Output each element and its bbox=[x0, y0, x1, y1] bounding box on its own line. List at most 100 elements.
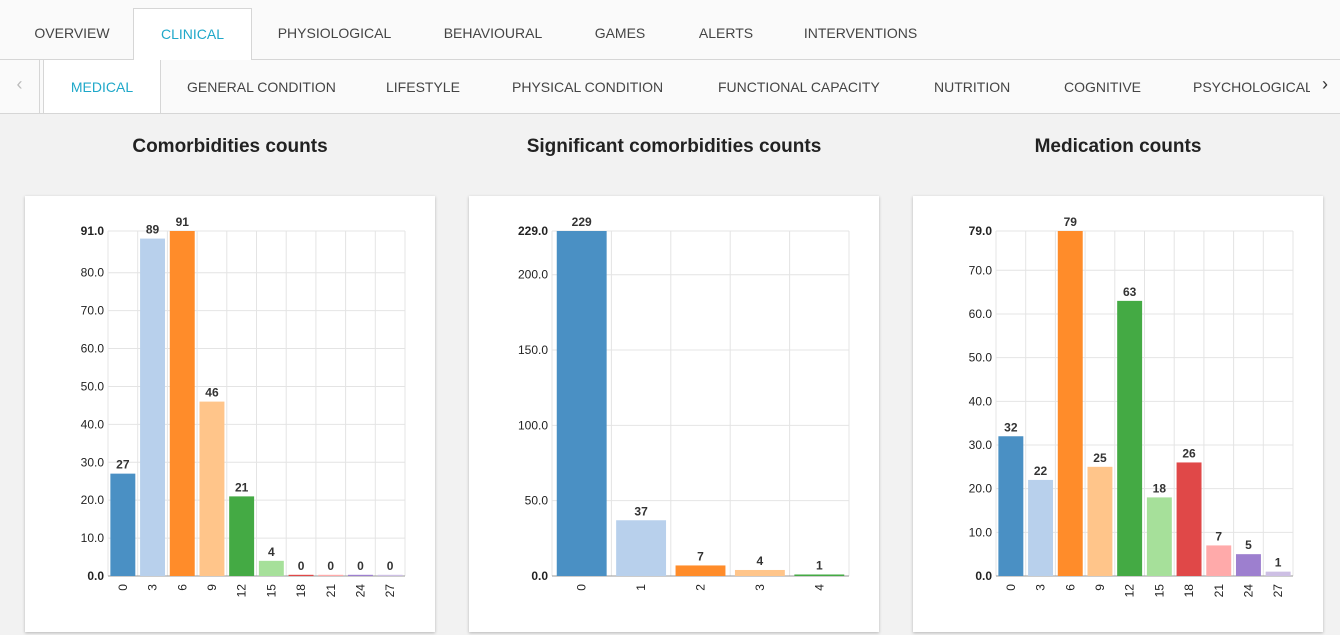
tab-behavioural[interactable]: BEHAVIOURAL bbox=[428, 8, 558, 61]
y-tick-label: 0.0 bbox=[531, 569, 548, 583]
bar[interactable] bbox=[1057, 231, 1083, 576]
bar[interactable] bbox=[318, 574, 344, 576]
x-tick-label: 6 bbox=[1063, 584, 1077, 591]
y-tick-label: 100.0 bbox=[518, 418, 548, 432]
bar-value-label: 7 bbox=[1215, 529, 1222, 543]
bar-value-label: 22 bbox=[1034, 464, 1048, 478]
bar-value-label: 63 bbox=[1123, 285, 1137, 299]
tab-physical-condition[interactable]: PHYSICAL CONDITION bbox=[512, 60, 663, 113]
bar-value-label: 26 bbox=[1182, 446, 1196, 460]
tab-overview[interactable]: OVERVIEW bbox=[12, 8, 132, 61]
bar[interactable] bbox=[794, 574, 845, 576]
x-tick-label: 24 bbox=[1241, 584, 1255, 598]
x-tick-label: 6 bbox=[175, 584, 189, 591]
bar-value-label: 1 bbox=[1275, 556, 1282, 570]
chevron-right-icon[interactable]: › bbox=[1310, 60, 1340, 113]
tab-alerts[interactable]: ALERTS bbox=[681, 8, 771, 61]
x-tick-label: 0 bbox=[116, 584, 130, 591]
bar[interactable] bbox=[288, 574, 314, 576]
bar[interactable] bbox=[1117, 300, 1143, 576]
tab-clinical[interactable]: CLINICAL bbox=[133, 8, 252, 61]
tab-functional-capacity[interactable]: FUNCTIONAL CAPACITY bbox=[718, 60, 880, 113]
x-tick-label: 4 bbox=[812, 584, 826, 591]
bar-value-label: 229 bbox=[572, 215, 592, 229]
x-tick-label: 18 bbox=[294, 584, 308, 598]
bar[interactable] bbox=[140, 238, 166, 577]
bar[interactable] bbox=[199, 401, 225, 576]
bar-value-label: 4 bbox=[268, 545, 275, 559]
bar[interactable] bbox=[1235, 554, 1261, 576]
y-tick-label: 30.0 bbox=[969, 438, 993, 452]
bar[interactable] bbox=[998, 436, 1024, 576]
bar-value-label: 18 bbox=[1153, 481, 1167, 495]
x-tick-label: 18 bbox=[1182, 584, 1196, 598]
bar[interactable] bbox=[734, 569, 785, 576]
bar-value-label: 37 bbox=[634, 504, 648, 518]
x-tick-label: 21 bbox=[1212, 584, 1226, 598]
x-tick-label: 15 bbox=[264, 584, 278, 598]
x-tick-label: 2 bbox=[694, 584, 708, 591]
bar[interactable] bbox=[1206, 545, 1232, 576]
tab-lifestyle[interactable]: LIFESTYLE bbox=[386, 60, 460, 113]
x-tick-label: 15 bbox=[1152, 584, 1166, 598]
y-tick-label: 20.0 bbox=[81, 493, 105, 507]
bar-value-label: 32 bbox=[1004, 420, 1018, 434]
y-tick-label: 40.0 bbox=[81, 417, 105, 431]
bar[interactable] bbox=[675, 565, 726, 576]
x-tick-label: 12 bbox=[235, 584, 249, 598]
tab-general-condition[interactable]: GENERAL CONDITION bbox=[187, 60, 336, 113]
y-tick-label: 79.0 bbox=[969, 224, 993, 238]
x-tick-label: 0 bbox=[575, 584, 589, 591]
tab-interventions[interactable]: INTERVENTIONS bbox=[788, 8, 933, 61]
y-tick-label: 10.0 bbox=[969, 525, 993, 539]
y-tick-label: 10.0 bbox=[81, 531, 105, 545]
bar-value-label: 21 bbox=[235, 480, 249, 494]
bar[interactable] bbox=[1265, 571, 1291, 576]
x-tick-label: 27 bbox=[1271, 584, 1285, 598]
bar[interactable] bbox=[556, 231, 607, 576]
bar-value-label: 5 bbox=[1245, 538, 1252, 552]
x-tick-label: 27 bbox=[383, 584, 397, 598]
x-tick-label: 1 bbox=[634, 584, 648, 591]
bar[interactable] bbox=[616, 520, 667, 576]
y-tick-label: 70.0 bbox=[969, 263, 993, 277]
chart-medication: 79.0 70.0 60.0 50.0 40.0 30.0 20.0 10.0 0.0 32 0 22… bbox=[969, 215, 1294, 598]
chevron-left-icon[interactable]: ‹ bbox=[0, 60, 40, 113]
bar-value-label: 1 bbox=[816, 558, 823, 572]
tab-nutrition[interactable]: NUTRITION bbox=[934, 60, 1010, 113]
y-tick-label: 50.0 bbox=[81, 379, 105, 393]
x-tick-label: 21 bbox=[324, 584, 338, 598]
x-tick-label: 9 bbox=[205, 584, 219, 591]
tab-cognitive[interactable]: COGNITIVE bbox=[1064, 60, 1141, 113]
y-tick-label: 229.0 bbox=[518, 224, 548, 238]
bar[interactable] bbox=[258, 560, 284, 576]
bar[interactable] bbox=[1176, 462, 1202, 576]
bar[interactable] bbox=[1087, 466, 1113, 576]
bar-value-label: 91 bbox=[176, 215, 190, 229]
bar-value-label: 79 bbox=[1064, 215, 1078, 229]
bar-value-label: 4 bbox=[757, 554, 764, 568]
bar[interactable] bbox=[347, 574, 373, 576]
tab-medical[interactable]: MEDICAL bbox=[43, 60, 161, 113]
chart-significant-comorbidities: 229.0 200.0 150.0 100.0 50.0 0.0 229 0 37 1 7 2 4 3 1 4 bbox=[518, 215, 850, 591]
bar[interactable] bbox=[169, 231, 195, 576]
bar[interactable] bbox=[1146, 497, 1172, 576]
y-tick-label: 40.0 bbox=[969, 394, 993, 408]
y-tick-label: 91.0 bbox=[81, 224, 105, 238]
bar-value-label: 0 bbox=[327, 559, 334, 573]
chart-comorbidities: 91.0 80.0 70.0 60.0 50.0 40.0 30.0 20.0 10.0 0.0 2… bbox=[81, 215, 406, 598]
tab-games[interactable]: GAMES bbox=[575, 8, 665, 61]
tab-psychological[interactable]: PSYCHOLOGICAL bbox=[1193, 60, 1313, 113]
bar[interactable] bbox=[229, 496, 255, 576]
chart-title-medication: Medication counts bbox=[1034, 136, 1202, 157]
bar[interactable] bbox=[377, 574, 403, 576]
y-tick-label: 60.0 bbox=[969, 307, 993, 321]
bar-value-label: 25 bbox=[1093, 451, 1107, 465]
x-tick-label: 3 bbox=[146, 584, 160, 591]
tab-physiological[interactable]: PHYSIOLOGICAL bbox=[262, 8, 407, 61]
bar[interactable] bbox=[1028, 479, 1054, 576]
chart-panel-medication: 79.0 70.0 60.0 50.0 40.0 30.0 20.0 10.0 0.0 32 0 22… bbox=[913, 196, 1323, 632]
y-tick-label: 80.0 bbox=[81, 266, 105, 280]
bar[interactable] bbox=[110, 473, 136, 576]
bar-value-label: 7 bbox=[697, 549, 704, 563]
